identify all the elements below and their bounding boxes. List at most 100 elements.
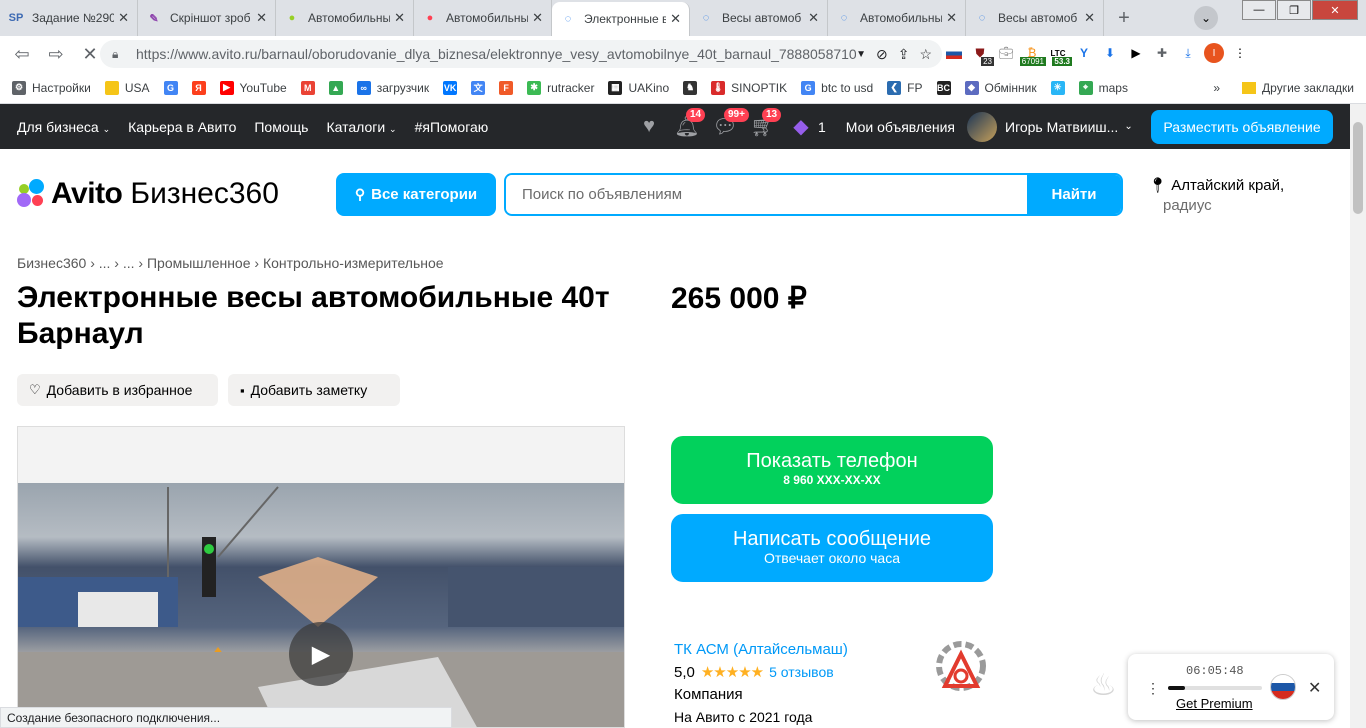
browser-tab[interactable]: ◌ Весы автомоб ✕ xyxy=(690,0,828,36)
bookmark-item[interactable]: ⚙ Настройки xyxy=(12,80,91,95)
avito-logo[interactable]: Avito Бизнес360 xyxy=(17,177,279,211)
seller-logo[interactable] xyxy=(931,636,991,696)
tab-close-icon[interactable]: ✕ xyxy=(808,10,819,26)
notifications-bell-icon[interactable]: 🔔︎ 14 xyxy=(674,107,706,140)
widget-close-icon[interactable]: ✕ xyxy=(1308,678,1321,698)
show-phone-button[interactable]: Показать телефон 8 960 XXX-XX-XX xyxy=(671,436,993,504)
nav-for-business[interactable]: Для бизнеса ⌄ xyxy=(17,119,110,135)
tab-close-icon[interactable]: ✕ xyxy=(946,10,957,26)
cart-icon[interactable]: 🛒︎ 13 xyxy=(750,107,782,140)
bookmark-star-icon[interactable]: ☆ xyxy=(919,46,932,63)
reviews-link[interactable]: 5 отзывов xyxy=(769,664,834,680)
my-ads-link[interactable]: Мои объявления xyxy=(846,119,955,135)
tab-close-icon[interactable]: ✕ xyxy=(256,10,267,26)
add-favorite-button[interactable]: ♡ Добавить в избранное xyxy=(17,374,218,406)
scrollbar-thumb[interactable] xyxy=(1353,122,1363,214)
browser-menu-icon[interactable]: ⋮ xyxy=(1230,42,1250,64)
forward-icon[interactable]: ⇨ xyxy=(44,44,68,65)
back-icon[interactable]: ⇦ xyxy=(10,44,34,65)
bookmark-item[interactable]: ❮ FP xyxy=(887,80,923,95)
wallet-icon[interactable]: ◆ xyxy=(788,114,814,140)
flag-ru-icon[interactable] xyxy=(944,42,964,64)
browser-tab[interactable]: ● Автомобильны ✕ xyxy=(276,0,414,36)
tab-search-icon[interactable]: ⌄ xyxy=(1194,6,1218,30)
download-extension-icon[interactable]: ⬇ xyxy=(1100,42,1120,64)
bookmark-item[interactable]: Я xyxy=(191,80,212,95)
downloads-icon[interactable]: ⤓ xyxy=(1178,42,1198,64)
tab-close-icon[interactable]: ✕ xyxy=(670,11,681,27)
bookmark-item[interactable]: ▶ YouTube xyxy=(219,80,287,95)
translate-page-icon[interactable]: ⊘ xyxy=(876,46,888,63)
browser-tab[interactable]: ◌ Электронные в ✕ xyxy=(552,2,690,36)
stop-icon[interactable]: ✕ xyxy=(78,44,102,65)
listing-video[interactable]: ▶ xyxy=(17,426,625,728)
search-button[interactable]: Найти xyxy=(1027,175,1121,214)
bookmark-item[interactable]: ⌖ maps xyxy=(1078,80,1128,95)
play-icon[interactable]: ▶ xyxy=(289,622,353,686)
all-categories-button[interactable]: ⚲ Все категории xyxy=(336,173,496,216)
terminal-extension-icon[interactable]: ▶ xyxy=(1126,42,1146,64)
bitcoin-extension-icon[interactable]: ₿ 67091 xyxy=(1019,42,1046,66)
bookmark-item[interactable]: ✱ rutracker xyxy=(527,80,594,95)
bookmark-item[interactable]: 🌡︎ SINOPTIK xyxy=(711,80,787,95)
bookmark-item[interactable]: ♞ xyxy=(683,80,703,95)
other-bookmarks[interactable]: Другие закладки xyxy=(1262,81,1354,95)
favorites-heart-icon[interactable]: ♥ xyxy=(636,114,662,140)
flag-ru-icon[interactable] xyxy=(1270,674,1296,700)
widget-menu-icon[interactable]: ⋮ xyxy=(1146,680,1160,697)
tab-close-icon[interactable]: ✕ xyxy=(532,10,543,26)
nav-catalogs[interactable]: Каталоги ⌄ xyxy=(326,119,396,135)
get-premium-link[interactable]: Get Premium xyxy=(1176,696,1253,711)
tab-close-icon[interactable]: ✕ xyxy=(1084,10,1095,26)
seller-name-link[interactable]: ТК АСМ (Алтайсельмаш) xyxy=(674,639,848,661)
briefcase-extension-icon[interactable]: 💼︎ xyxy=(996,42,1016,64)
share-icon[interactable]: ⇪ xyxy=(898,46,910,63)
bookmark-item[interactable]: USA xyxy=(104,80,150,95)
more-bookmarks-button[interactable]: » xyxy=(1213,81,1220,95)
browser-tab[interactable]: ◌ Весы автомоб ✕ xyxy=(966,0,1104,36)
user-name[interactable]: Игорь Матвииш... xyxy=(1005,119,1118,135)
bookmark-item[interactable]: 文 xyxy=(471,80,491,95)
bookmark-item[interactable]: F xyxy=(499,80,519,95)
location-selector[interactable]: 📍︎ Алтайский край, радиус xyxy=(1148,176,1284,216)
bookmark-item[interactable]: VK xyxy=(443,80,463,95)
ltc-extension-icon[interactable]: LTC 53.3 xyxy=(1048,42,1072,66)
bookmark-item[interactable]: BC xyxy=(936,80,957,95)
avatar[interactable] xyxy=(967,111,997,142)
restore-button[interactable]: ❐ xyxy=(1277,0,1311,20)
tab-close-icon[interactable]: ✕ xyxy=(394,10,405,26)
minimize-button[interactable]: — xyxy=(1242,0,1276,20)
new-tab-button[interactable]: + xyxy=(1110,4,1138,32)
close-window-button[interactable]: ✕ xyxy=(1312,0,1358,20)
y-extension-icon[interactable]: Y xyxy=(1074,42,1094,64)
bookmark-item[interactable]: ▦ UAKino xyxy=(608,80,669,95)
shield-extension-icon[interactable]: ⛊ 23 xyxy=(970,42,994,66)
bookmark-item[interactable]: ◆ Обмінник xyxy=(964,80,1037,95)
puzzle-icon[interactable]: ✚ xyxy=(1152,42,1172,64)
browser-tab[interactable]: ✎ Скріншот зроб ✕ xyxy=(138,0,276,36)
browser-tab[interactable]: ◌ Автомобильны ✕ xyxy=(828,0,966,36)
tab-close-icon[interactable]: ✕ xyxy=(118,10,129,26)
nav-career[interactable]: Карьера в Авито xyxy=(128,119,236,135)
chevron-down-icon[interactable]: ⌄ xyxy=(1124,121,1132,132)
write-message-button[interactable]: Написать сообщение Отвечает около часа xyxy=(671,514,993,582)
bookmark-item[interactable]: ∞ загрузчик xyxy=(356,80,429,95)
bookmark-item[interactable]: ✳ xyxy=(1050,80,1071,95)
nav-help[interactable]: Помощь xyxy=(254,119,308,135)
bookmark-item[interactable]: ▲ xyxy=(328,80,349,95)
bookmark-item[interactable]: Gbtc to usd xyxy=(801,80,873,95)
url-dropdown-icon[interactable]: ▼ xyxy=(856,49,866,60)
browser-tab[interactable]: ● Автомобильны ✕ xyxy=(414,0,552,36)
browser-tab[interactable]: SP Задание №290 ✕ xyxy=(0,0,138,36)
url-field[interactable]: 🔒︎ https://www.avito.ru/barnaul/oborudov… xyxy=(100,40,942,68)
widget-progress-bar[interactable] xyxy=(1168,686,1262,690)
nav-ya-pomogayu[interactable]: #яПомогаю xyxy=(415,119,489,135)
search-input[interactable] xyxy=(506,175,1027,214)
profile-icon[interactable]: I xyxy=(1204,42,1224,64)
place-ad-button[interactable]: Разместить объявление xyxy=(1151,110,1333,144)
bookmark-item[interactable]: G xyxy=(163,80,184,95)
bookmark-item[interactable]: M xyxy=(300,80,321,95)
breadcrumb[interactable]: Бизнес360 › ... › ... › Промышленное › К… xyxy=(17,255,444,271)
messages-icon[interactable]: 💬︎ 99+ xyxy=(712,107,749,140)
add-note-button[interactable]: ▪ Добавить заметку xyxy=(228,374,400,406)
